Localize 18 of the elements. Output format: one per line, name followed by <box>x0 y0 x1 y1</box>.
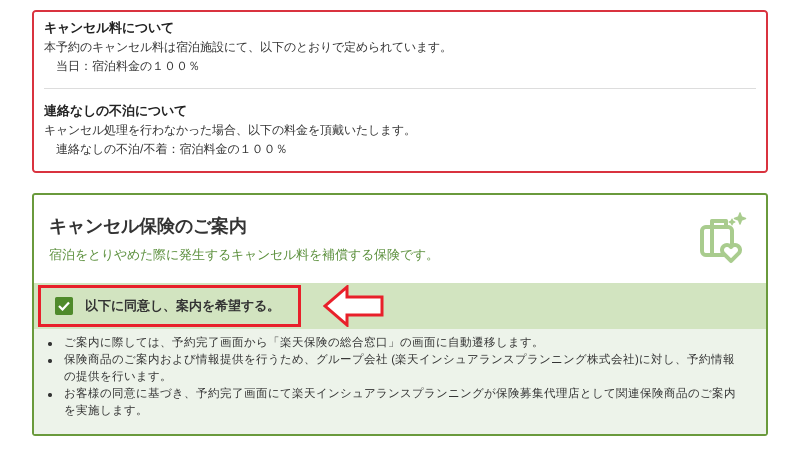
policy-detail: 連絡なしの不泊/不着：宿泊料金の１００％ <box>55 141 288 158</box>
policy-text: 本予約のキャンセル料は宿泊施設にて、以下のとおりで定められています。 <box>44 39 453 56</box>
bullet-icon <box>48 359 52 363</box>
bullet-icon <box>48 393 52 397</box>
policy-detail: 当日：宿泊料金の１００％ <box>55 58 200 75</box>
section-title: キャンセル料について <box>44 19 175 37</box>
consent-checkbox-label[interactable]: 以下に同意し、案内を希望する。 <box>38 285 301 327</box>
note-text: ご案内に際しては、予約完了画面から「楽天保険の総合窓口」の画面に自動遷移します。 <box>64 335 544 351</box>
note-text: お客様の同意に基づき、予約完了画面にて楽天インシュアランスプランニングが保険募集代理店として関連保険商品のご案内を実施します。 <box>64 386 737 419</box>
insurance-subtitle: 宿泊をとりやめた際に発生するキャンセル料を補償する保険です。 <box>49 246 439 264</box>
bullet-icon <box>48 342 52 346</box>
left-arrow-icon <box>323 285 385 327</box>
luggage-heart-icon <box>698 211 748 265</box>
checkbox[interactable] <box>55 297 73 315</box>
section-title: 連絡なしの不泊について <box>44 102 188 120</box>
note-text: 保険商品のご案内および情報提供を行うため、グループ会社 (楽天インシュアランスプランニング株式会社)に対し、予約情報の提供を行います。 <box>64 352 736 385</box>
insurance-title: キャンセル保険のご案内 <box>49 215 248 238</box>
policy-text: キャンセル処理を行わなかった場合、以下の料金を頂戴いたします。 <box>44 122 417 139</box>
